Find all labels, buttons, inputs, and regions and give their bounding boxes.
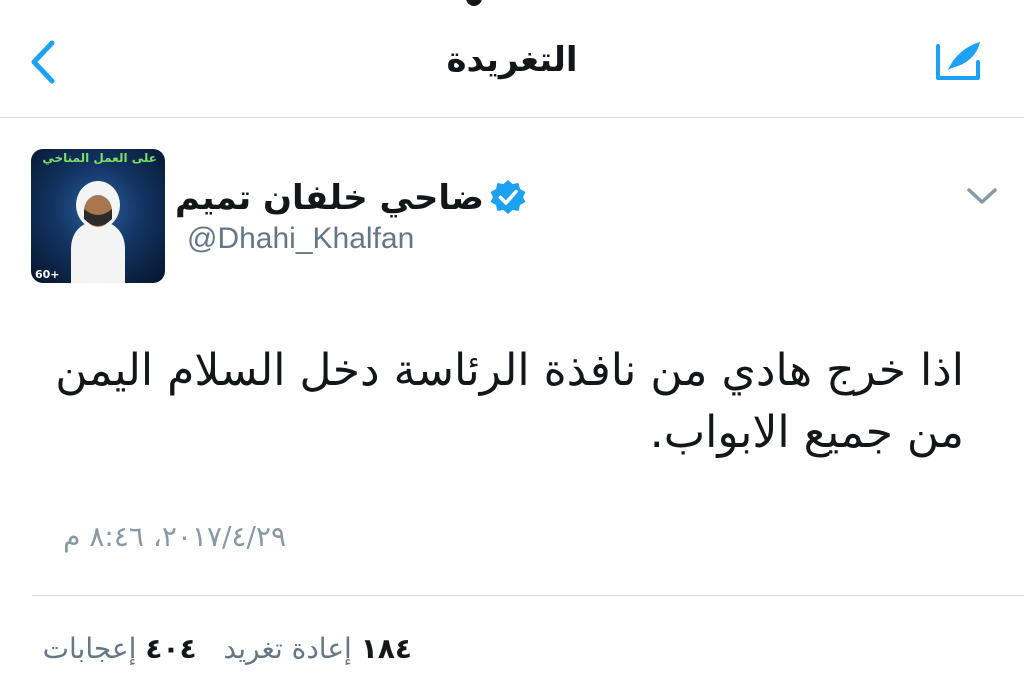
author-handle[interactable]: @Dhahi_Khalfan (187, 222, 414, 256)
status-dot (466, 0, 482, 6)
page-title: التغريدة (446, 40, 578, 80)
likes-count: ٤٠٤ (145, 632, 197, 665)
chevron-down-icon[interactable] (964, 182, 1000, 210)
author-avatar[interactable]: على العمل المناخي 60+ (31, 149, 165, 283)
avatar-figure (71, 181, 125, 283)
compose-tweet-button[interactable] (922, 32, 994, 92)
likes-stat[interactable]: ٤٠٤ إعجابات (43, 632, 197, 665)
retweets-label: إعادة تغريد (223, 632, 352, 665)
compose-tweet-icon (936, 42, 980, 80)
divider (32, 595, 1024, 596)
likes-label: إعجابات (42, 632, 137, 665)
tweet-text: اذا خرج هادي من نافذة الرئاسة دخل السلام… (55, 345, 964, 458)
author-display-name[interactable]: ضاحي خلفان تميم (175, 178, 484, 218)
verified-badge-icon (490, 180, 526, 214)
navigation-bar: التغريدة (0, 0, 1024, 118)
avatar-badge-text: 60+ (35, 268, 60, 281)
tweet-stats: ١٨٤ إعادة تغريد ٤٠٤ إعجابات (43, 632, 412, 665)
tweet-timestamp: ٢٠١٧/٤/٢٩، ٨:٤٦ م (63, 520, 286, 553)
retweets-count: ١٨٤ (360, 632, 412, 665)
retweets-stat[interactable]: ١٨٤ إعادة تغريد (224, 632, 412, 665)
